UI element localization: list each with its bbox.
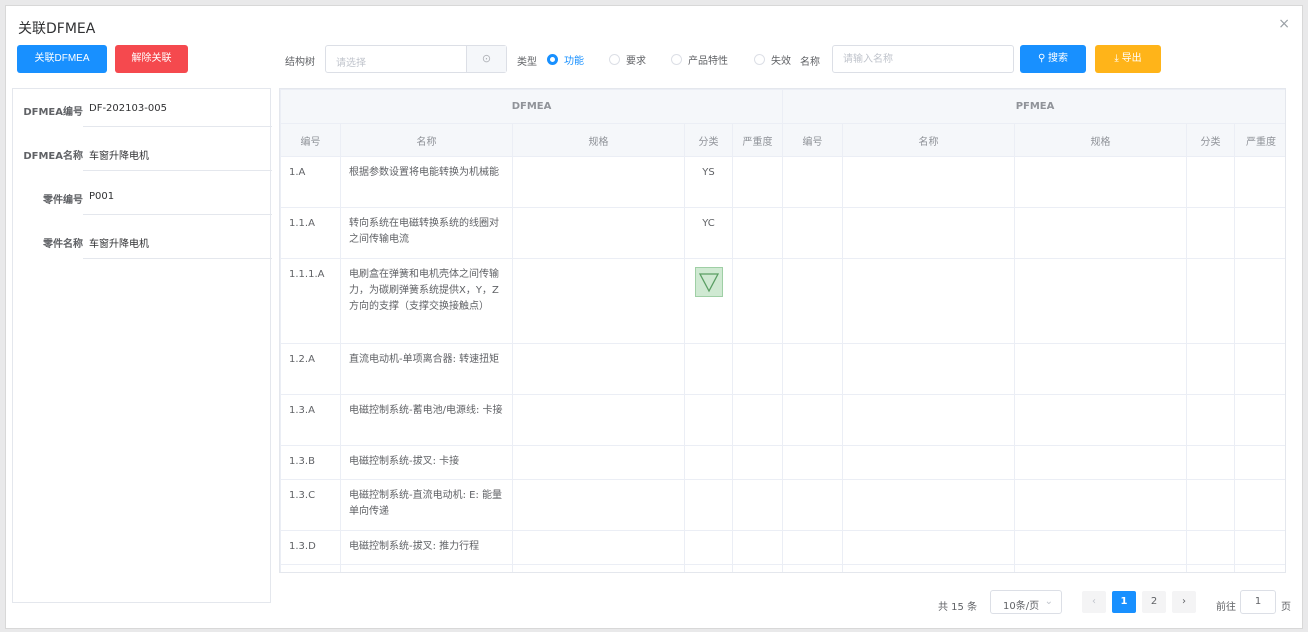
radio-type-failure[interactable]: 失效: [754, 52, 791, 67]
col-header: 规格: [512, 123, 685, 157]
download-icon: ⤓: [1114, 53, 1122, 64]
tree-select[interactable]: 请选择 ⊙: [325, 45, 507, 73]
col-header: 名称: [340, 123, 513, 157]
page-size-select[interactable]: 10条/页 ⌄: [990, 590, 1062, 614]
unlink-button[interactable]: 解除关联: [115, 45, 188, 73]
search-icon: ⚲: [1037, 53, 1049, 64]
group-header-pfmea: PFMEA: [782, 89, 1285, 124]
radio-dot: [547, 54, 558, 65]
col-header: 分类: [1186, 123, 1236, 157]
next-page-button[interactable]: ›: [1172, 591, 1196, 613]
page-2-button[interactable]: 2: [1142, 591, 1166, 613]
info-field: DFMEA名称 车窗升降电机: [13, 139, 272, 183]
col-header: 规格: [1014, 123, 1188, 157]
col-header: 名称: [842, 123, 1016, 157]
table-row[interactable]: [280, 564, 1285, 572]
goto-suffix: 页: [1281, 602, 1291, 613]
col-header: 编号: [782, 123, 844, 157]
table-row[interactable]: 1.3.D 电磁控制系统-拔叉: 推力行程: [280, 530, 1285, 565]
name-input-wrapper: [832, 45, 1014, 73]
pager-total: 共 15 条: [938, 602, 978, 613]
table-row[interactable]: 1.1.1.A 电刷盒在弹簧和电机壳体之间传输力，为碳刷弹簧系统提供X，Y，Z方向…: [280, 258, 1285, 344]
info-field: 零件编号 P001: [13, 183, 272, 227]
table-row[interactable]: 1.3.A 电磁控制系统-蓄电池/电源线: 卡接: [280, 394, 1285, 446]
table-row[interactable]: 1.1.A 转向系统在电磁转换系统的线圈对之间传输电流 YC: [280, 207, 1285, 259]
tree-placeholder: 请选择: [336, 58, 366, 69]
radio-type-requirement[interactable]: 要求: [609, 52, 646, 67]
info-field: DFMEA编号 DF-202103-005: [13, 95, 272, 139]
col-header: 严重度: [731, 123, 784, 157]
col-header: 分类: [684, 123, 733, 157]
radio-type-product-feature[interactable]: 产品特性: [671, 52, 728, 67]
chevron-down-icon: ⌄: [1044, 596, 1053, 607]
name-input[interactable]: [833, 46, 1013, 72]
radio-type-function[interactable]: 功能: [547, 52, 584, 67]
table-row[interactable]: 1.3.C 电磁控制系统-直流电动机: E: 能量单向传递: [280, 479, 1285, 531]
goto-page-input[interactable]: 1: [1240, 590, 1276, 614]
radio-dot: [671, 54, 682, 65]
prev-page-button[interactable]: ‹: [1082, 591, 1106, 613]
type-label: 类型: [517, 57, 537, 68]
toolbar: 关联DFMEA 解除关联 结构树 请选择 ⊙ 类型 功能 要求 产品特性 失效 …: [12, 45, 1288, 77]
radio-dot: [609, 54, 620, 65]
link-dfmea-button[interactable]: 关联DFMEA: [17, 45, 107, 73]
radio-dot: [754, 54, 765, 65]
col-header: 严重度: [1234, 123, 1285, 157]
col-header: 编号: [280, 123, 341, 157]
tree-label: 结构树: [285, 57, 315, 68]
triangle-down-icon: [694, 267, 723, 297]
table-row[interactable]: 1.A 根据参数设置将电能转换为机械能 YS: [280, 156, 1285, 208]
info-field: 零件名称 车窗升降电机: [13, 227, 272, 271]
close-icon[interactable]: ×: [1278, 16, 1290, 32]
goto-prefix: 前往: [1216, 602, 1236, 613]
page-1-button[interactable]: 1: [1112, 591, 1136, 613]
name-label: 名称: [800, 57, 820, 68]
search-button[interactable]: ⚲ 搜索: [1020, 45, 1086, 73]
export-button[interactable]: ⤓ 导出: [1095, 45, 1161, 73]
table-row[interactable]: 1.2.A 直流电动机-单项离合器: 转速扭矩: [280, 343, 1285, 395]
info-panel: DFMEA编号 DF-202103-005 DFMEA名称 车窗升降电机 零件编号 P…: [12, 88, 272, 603]
dialog-title: 关联DFMEA: [18, 21, 96, 37]
table-row[interactable]: 1.3.B 电磁控制系统-拔叉: 卡接: [280, 445, 1285, 480]
clear-circle-icon[interactable]: ⊙: [466, 46, 506, 72]
group-header-dfmea: DFMEA: [280, 89, 784, 124]
fmea-table[interactable]: DFMEA PFMEA 编号 名称 规格 分类 严重度 编号 名称 规格 分类 …: [279, 88, 1286, 573]
